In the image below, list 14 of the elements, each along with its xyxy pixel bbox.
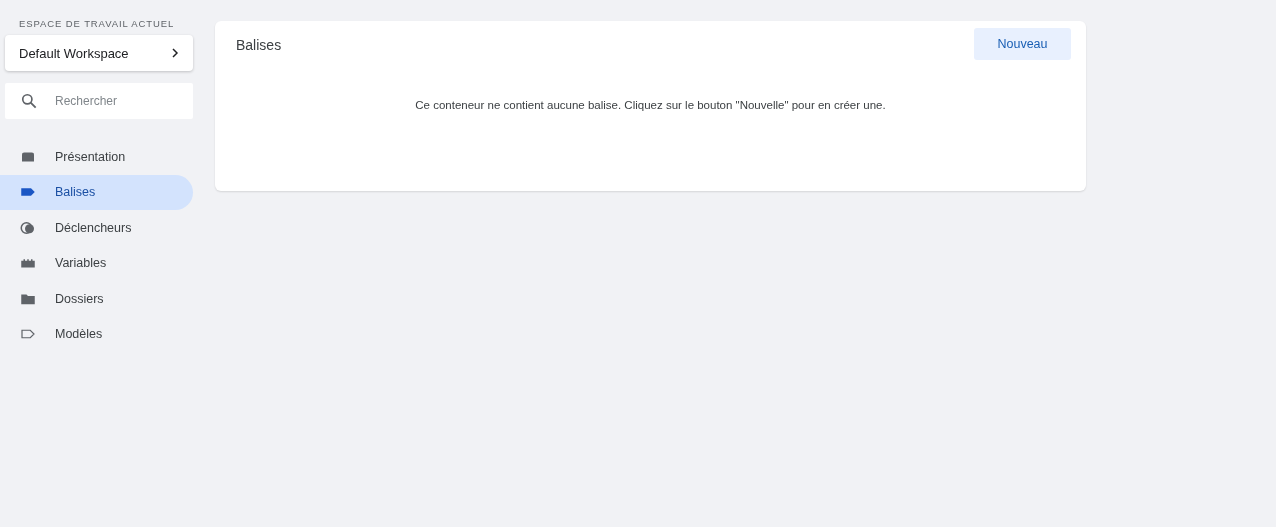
nav-item[interactable]: Dossiers [0, 281, 193, 317]
workspace-selector[interactable]: Default Workspace [5, 35, 193, 71]
nav-item[interactable]: Variables [0, 245, 193, 281]
search-bar[interactable]: Rechercher [5, 83, 193, 119]
search-icon [19, 91, 39, 111]
nav-item[interactable]: Présentation [0, 139, 193, 175]
nav-item[interactable]: Balises [0, 174, 193, 210]
new-button[interactable]: Nouveau [974, 28, 1071, 60]
card-title: Balises [236, 37, 282, 53]
search-field[interactable]: Rechercher [53, 93, 177, 109]
nav-item[interactable]: Modèles [0, 316, 193, 352]
workspace-label: ESPACE DE TRAVAIL ACTUEL [18, 17, 176, 31]
empty-message: Ce conteneur ne contient aucune balise. Cliquez sur le bouton "Nouvelle" pour en créer une. [414, 99, 887, 111]
nav-item[interactable]: Déclencheurs [0, 210, 193, 246]
